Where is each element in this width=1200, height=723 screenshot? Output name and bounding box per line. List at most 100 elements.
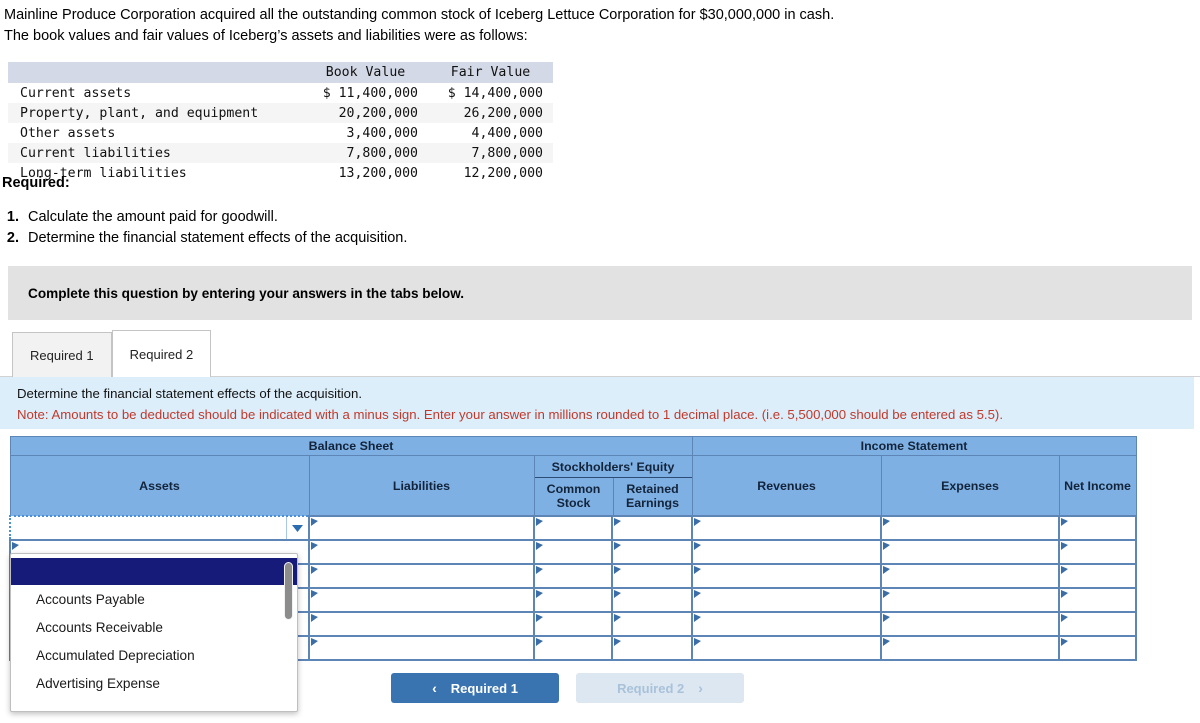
dropdown-toggle-icon[interactable]: [286, 517, 308, 539]
list-item-text: Determine the financial statement effect…: [28, 230, 408, 246]
dropdown-option-advertising-expense[interactable]: Advertising Expense: [11, 669, 297, 697]
cell-liabilities-row-4[interactable]: [308, 587, 535, 613]
table-header-row: Book Value Fair Value: [8, 62, 553, 83]
column-header-common-stock: Common Stock: [535, 478, 614, 515]
cell-revenues-row-6[interactable]: [691, 635, 883, 661]
blank-header: [8, 62, 303, 83]
cell-liabilities-row-3[interactable]: [308, 563, 535, 589]
cell-liabilities-row-1[interactable]: [308, 515, 535, 541]
cell-common-stock-row-1[interactable]: [533, 515, 613, 541]
cell-expenses-row-5[interactable]: [880, 611, 1061, 637]
next-required-button[interactable]: Required 2 ›: [576, 673, 744, 703]
dropdown-option-blank[interactable]: [11, 558, 297, 585]
column-header-assets: Assets: [9, 455, 310, 517]
cell-retained-earnings-row-2[interactable]: [610, 539, 694, 565]
column-header-stockholders-equity: Stockholders' Equity Common Stock Retain…: [533, 455, 693, 517]
cell-net-income-row-6[interactable]: [1058, 635, 1138, 661]
cell-retained-earnings-row-5[interactable]: [610, 611, 694, 637]
list-item-number: 1.: [6, 209, 19, 225]
chevron-right-icon: ›: [698, 680, 703, 696]
cell-revenues-row-1[interactable]: [691, 515, 883, 541]
page-root: Mainline Produce Corporation acquired al…: [0, 0, 1200, 723]
required-list: 1. Calculate the amount paid for goodwil…: [2, 207, 407, 249]
cell-common-stock-row-3[interactable]: [533, 563, 613, 589]
row-book-value: 20,200,000: [303, 103, 428, 123]
cell-common-stock-row-4[interactable]: [533, 587, 613, 613]
cell-liabilities-row-5[interactable]: [308, 611, 535, 637]
cell-expenses-row-3[interactable]: [880, 563, 1061, 589]
cell-expenses-row-6[interactable]: [880, 635, 1061, 661]
column-header-expenses: Expenses: [880, 455, 1060, 517]
row-fair-value: 12,200,000: [463, 165, 543, 181]
fair-value-header: Fair Value: [428, 62, 553, 83]
cell-retained-earnings-row-3[interactable]: [610, 563, 694, 589]
dropdown-option-accounts-payable[interactable]: Accounts Payable: [11, 585, 297, 613]
stockholders-equity-label: Stockholders' Equity: [534, 456, 692, 478]
book-value-header: Book Value: [303, 62, 428, 83]
cell-revenues-row-2[interactable]: [691, 539, 883, 565]
list-item-number: 2.: [6, 230, 19, 246]
dropdown-option-list: Accounts Payable Accounts Receivable Acc…: [11, 554, 297, 697]
list-item: 2. Determine the financial statement eff…: [2, 228, 407, 249]
row-fair-value: 26,200,000: [428, 103, 553, 123]
table-row: Long-term liabilities 13,200,000 12,200,…: [8, 163, 553, 183]
tab-bar: Required 1 Required 2: [12, 330, 212, 377]
group-header-income-statement: Income Statement: [691, 436, 1137, 456]
cell-net-income-row-3[interactable]: [1058, 563, 1138, 589]
list-item: 1. Calculate the amount paid for goodwil…: [2, 207, 407, 228]
cell-expenses-row-1[interactable]: [880, 515, 1061, 541]
cell-common-stock-row-6[interactable]: [533, 635, 613, 661]
dropdown-option-accounts-receivable[interactable]: Accounts Receivable: [11, 613, 297, 641]
problem-line-2: The book values and fair values of Icebe…: [4, 28, 528, 44]
value-table-body: Current assets $ 11,400,000 $ 14,400,000…: [8, 83, 553, 183]
complete-question-banner: Complete this question by entering your …: [8, 266, 1192, 320]
cell-expenses-row-4[interactable]: [880, 587, 1061, 613]
row-book-value: $ 11,400,000: [322, 85, 418, 101]
instruction-panel: Determine the financial statement effect…: [0, 377, 1194, 429]
account-dropdown-popup[interactable]: Accounts Payable Accounts Receivable Acc…: [10, 553, 298, 712]
dropdown-scrollbar-thumb[interactable]: [284, 562, 293, 620]
tab-required-1[interactable]: Required 1: [12, 332, 112, 377]
row-fair-value: 7,800,000: [428, 143, 553, 163]
cell-net-income-row-4[interactable]: [1058, 587, 1138, 613]
dropdown-option-accumulated-depreciation[interactable]: Accumulated Depreciation: [11, 641, 297, 669]
chevron-left-icon: ‹: [432, 680, 437, 696]
table-row: Property, plant, and equipment 20,200,00…: [8, 103, 553, 123]
cell-revenues-row-5[interactable]: [691, 611, 883, 637]
row-fair-value: 4,400,000: [471, 125, 543, 141]
required-heading: Required:: [2, 175, 70, 191]
table-row: [9, 515, 1138, 541]
row-label: Property, plant, and equipment: [8, 103, 303, 123]
cell-expenses-row-2[interactable]: [880, 539, 1061, 565]
cell-retained-earnings-row-6[interactable]: [610, 635, 694, 661]
cell-assets-row-1[interactable]: [9, 515, 310, 541]
next-button-label: Required 2: [617, 680, 685, 696]
row-fair-value: $ 14,400,000: [447, 85, 543, 101]
group-header-row: Balance Sheet Income Statement: [9, 436, 1137, 456]
cell-liabilities-row-6[interactable]: [308, 635, 535, 661]
cell-revenues-row-3[interactable]: [691, 563, 883, 589]
table-row: Other assets 3,400,000 4,400,000: [8, 123, 553, 143]
cell-net-income-row-2[interactable]: [1058, 539, 1138, 565]
row-book-value: 3,400,000: [346, 125, 418, 141]
table-row: Current liabilities 7,800,000 7,800,000: [8, 143, 553, 163]
tab-required-2[interactable]: Required 2: [111, 330, 212, 377]
row-label: Current liabilities: [8, 143, 303, 163]
cell-revenues-row-4[interactable]: [691, 587, 883, 613]
previous-required-button[interactable]: ‹ Required 1: [391, 673, 559, 703]
cell-net-income-row-5[interactable]: [1058, 611, 1138, 637]
row-label: Other assets: [20, 125, 116, 141]
column-header-row: Assets Liabilities Stockholders' Equity …: [9, 455, 1137, 517]
cell-retained-earnings-row-4[interactable]: [610, 587, 694, 613]
cell-common-stock-row-2[interactable]: [533, 539, 613, 565]
table-row: Current assets $ 11,400,000 $ 14,400,000: [8, 83, 553, 103]
column-header-liabilities: Liabilities: [308, 455, 535, 517]
row-label: Current assets: [20, 85, 132, 101]
cell-net-income-row-1[interactable]: [1058, 515, 1138, 541]
banner-text: Complete this question by entering your …: [28, 285, 465, 301]
column-header-net-income: Net Income: [1058, 455, 1137, 517]
cell-common-stock-row-5[interactable]: [533, 611, 613, 637]
cell-retained-earnings-row-1[interactable]: [610, 515, 694, 541]
list-item-text: Calculate the amount paid for goodwill.: [28, 209, 278, 225]
cell-liabilities-row-2[interactable]: [308, 539, 535, 565]
